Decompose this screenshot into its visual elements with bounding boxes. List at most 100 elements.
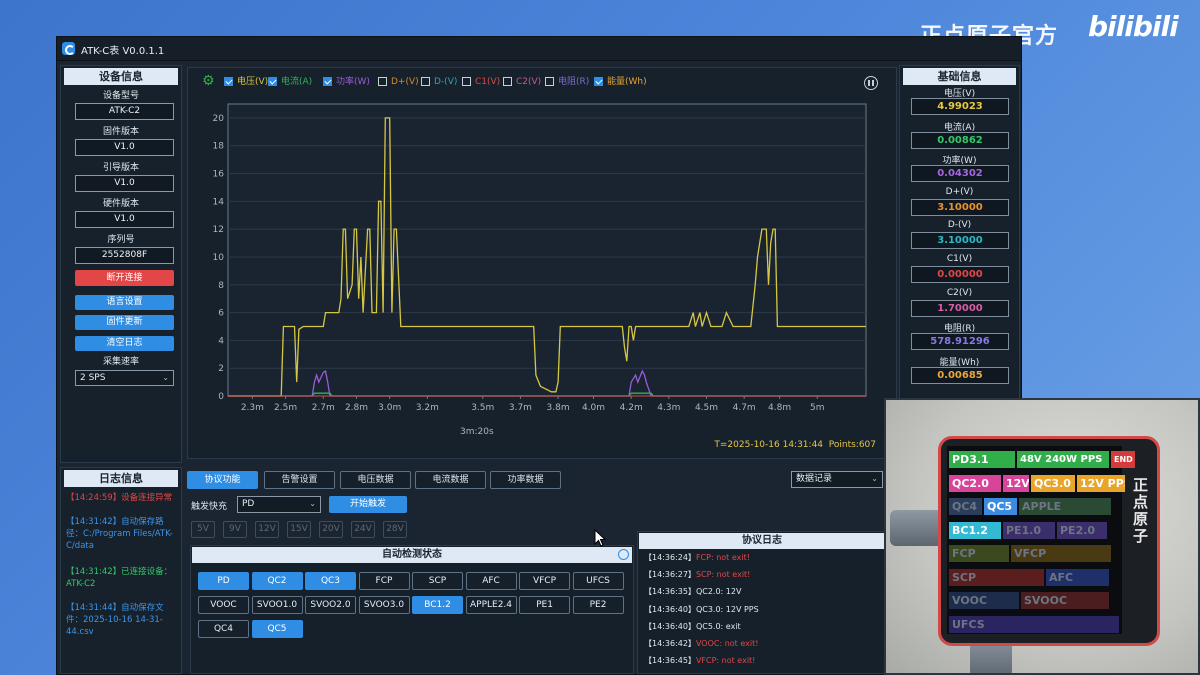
protocol-button[interactable]: UFCS (572, 572, 624, 590)
chart-status: T=2025-10-16 14:31:44 Points:607 (714, 440, 876, 450)
log-entry: 【14:31:42】自动保存路径：C:/Program Files/ATK-C/… (66, 517, 173, 551)
start-trigger-button[interactable]: 开始触发 (329, 496, 407, 513)
protocol-button[interactable]: SVOO3.0 (358, 596, 410, 614)
protocol-button[interactable]: AFC (465, 572, 517, 590)
protocol-button[interactable]: QC5 (251, 620, 303, 638)
protocol-indicator: BC1.2 (949, 521, 1001, 539)
sample-rate-select[interactable]: 2 SPS ⌄ (75, 370, 174, 386)
mouse-cursor-icon (594, 529, 606, 547)
app-icon (62, 42, 75, 55)
protocol-button[interactable]: VOOC (198, 596, 249, 614)
protocol-button[interactable]: SVOO1.0 (251, 596, 303, 614)
chevron-down-icon: ⌄ (309, 499, 316, 508)
device-brand: 正点原子 (1131, 477, 1149, 545)
protocol-indicator: UFCS (949, 615, 1119, 633)
y-tick-label: 12 (213, 225, 224, 235)
tab-4[interactable]: 功率数据 (490, 471, 561, 489)
protocol-log-entry: 【14:36:40】QC5.0: exit (644, 621, 741, 632)
language-settings-button[interactable]: 语言设置 (75, 295, 174, 310)
protocol-button[interactable]: VFCP (519, 572, 570, 590)
tab-1[interactable]: 告警设置 (264, 471, 335, 489)
protocol-indicator: 12V PPS (1077, 474, 1125, 492)
voltage-button[interactable]: 12V (255, 521, 279, 538)
tab-3[interactable]: 电流数据 (415, 471, 486, 489)
tab-2[interactable]: 电压数据 (340, 471, 411, 489)
x-tick-label: 4.8m (768, 403, 791, 413)
protocol-button[interactable]: QC4 (198, 620, 249, 638)
sample-rate-label: 采集速率 (102, 357, 139, 367)
protocol-button[interactable]: QC3 (305, 572, 356, 590)
protocol-indicator: AFC (1046, 568, 1109, 586)
device-field-value: V1.0 (75, 139, 174, 156)
protocol-indicator: END (1111, 451, 1135, 468)
protocol-button[interactable]: SVOO2.0 (305, 596, 356, 614)
log-text: FCP: not exit! (695, 553, 750, 562)
clear-log-button[interactable]: 清空日志 (75, 336, 174, 351)
protocol-area: 协议功能 告警设置 电压数据 电流数据 功率数据 数据记录 ⌄ 触发快充 PD ⌄ 开始… (187, 471, 897, 674)
device-field-label: 引导版本 (102, 163, 139, 173)
basic-field-value: 3.10000 (911, 232, 1009, 250)
protocol-button[interactable]: PD (198, 572, 249, 590)
voltage-button[interactable]: 15V (287, 521, 311, 538)
x-tick-label: 3.8m (547, 403, 570, 413)
log-text: VOOC: not exit! (695, 639, 759, 648)
protocol-indicator: VFCP (1011, 545, 1111, 562)
protocol-button[interactable]: QC2 (251, 572, 303, 590)
protocol-button[interactable]: SCP (412, 572, 463, 590)
auto-detect-header: 自动检测状态 (192, 547, 632, 563)
protocol-indicator: QC2.0 (949, 474, 1001, 492)
y-tick-label: 2 (218, 364, 224, 374)
log-header: 日志信息 (64, 470, 178, 487)
protocol-button[interactable]: APPLE2.4 (465, 596, 517, 614)
log-time: 【14:36:27】 (644, 570, 696, 580)
y-tick-label: 18 (213, 142, 225, 152)
tab-0[interactable]: 协议功能 (187, 471, 258, 489)
protocol-log-entry: 【14:36:24】FCP: not exit! (644, 552, 750, 563)
trigger-protocol-value: PD (242, 499, 255, 509)
voltage-button[interactable]: 9V (223, 521, 247, 538)
x-tick-label: 2.5m (274, 403, 297, 413)
disconnect-button[interactable]: 断开连接 (75, 270, 174, 286)
voltage-button[interactable]: 28V (383, 521, 407, 538)
voltage-button[interactable]: 24V (351, 521, 375, 538)
chevron-down-icon: ⌄ (162, 373, 169, 382)
trigger-protocol-select[interactable]: PD ⌄ (237, 496, 321, 513)
device-field-value: ATK-C2 (75, 103, 174, 120)
device-info-panel: 设备信息 设备型号 ATK-C2 固件版本 V1.0 引导版本 V1.0 硬件版本 V1.0 序… (60, 65, 182, 463)
basic-field-value: 578.91296 (911, 333, 1009, 351)
basic-field-value: 0.00685 (911, 366, 1009, 384)
basic-field-value: 0.04302 (911, 165, 1009, 183)
x-tick-label: 4.2m (620, 403, 643, 413)
log-text: QC5.0: exit (695, 621, 741, 631)
protocol-indicator: 12V (1003, 474, 1029, 492)
protocol-indicator: PE2.0 (1057, 521, 1107, 539)
protocol-indicator: PD3.1 (949, 451, 1015, 468)
protocol-button[interactable]: BC1.2 (412, 596, 463, 614)
y-tick-label: 0 (218, 392, 224, 402)
protocol-log-header: 协议日志 (639, 533, 885, 549)
bilibili-logo: bilibili (1088, 10, 1179, 43)
protocol-button[interactable]: PE1 (519, 596, 570, 614)
device-info-header: 设备信息 (64, 68, 178, 85)
trigger-label: 触发快充 (191, 502, 228, 512)
log-time: 【14:36:24】 (644, 553, 696, 562)
basic-field-label: D-(V) (947, 220, 972, 231)
log-entry: 【14:31:44】自动保存文件：2025-10-16 14-31-44.csv (66, 603, 164, 637)
protocol-button[interactable]: PE2 (572, 596, 624, 614)
firmware-update-button[interactable]: 固件更新 (75, 315, 174, 330)
basic-field-label: C2(V) (946, 287, 973, 298)
log-text: QC3.0: 12V PPS (695, 604, 759, 614)
refresh-icon[interactable] (618, 549, 629, 560)
log-time: 【14:36:35】 (644, 587, 696, 597)
data-record-select[interactable]: 数据记录 ⌄ (791, 471, 883, 488)
device-field-value: 2552808F (75, 247, 174, 264)
voltage-button[interactable]: 5V (191, 521, 215, 538)
protocol-button[interactable]: FCP (358, 572, 410, 590)
voltage-button[interactable]: 20V (319, 521, 343, 538)
title-bar: ATK-C表 V0.0.1.1 (57, 37, 1021, 61)
y-tick-label: 4 (218, 336, 224, 346)
data-record-label: 数据记录 (796, 474, 833, 484)
x-center-label: 3m:20s (460, 427, 494, 437)
log-time: 【14:36:42】 (644, 639, 696, 648)
device-field-label: 设备型号 (102, 91, 139, 101)
